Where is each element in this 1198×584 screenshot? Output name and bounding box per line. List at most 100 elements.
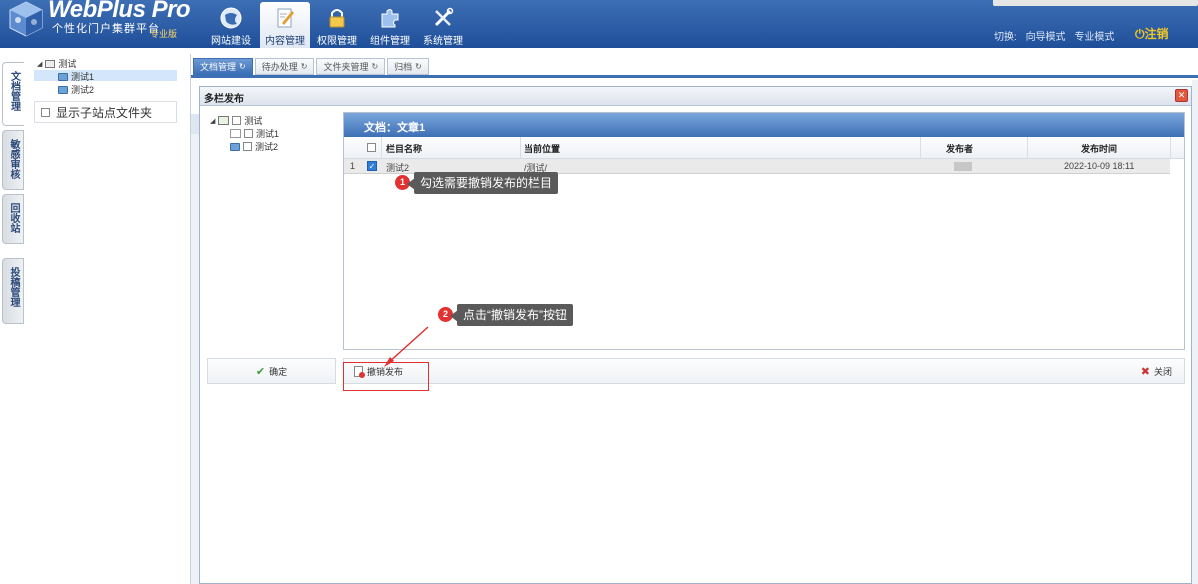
nav-system-management[interactable]: 系统管理 — [418, 2, 468, 47]
row-column-name: 测试2 — [386, 163, 410, 173]
checkbox-icon[interactable] — [243, 142, 252, 151]
close-button[interactable]: ✖ 关闭 — [1141, 365, 1172, 378]
show-subsite-folders-checkbox[interactable]: 显示子站点文件夹 — [34, 101, 177, 123]
folder-icon — [58, 85, 68, 94]
mode-switch: 切换: 向导模式 专业模式 — [994, 28, 1120, 43]
tree-label: 测试1 — [256, 129, 280, 139]
row-publisher-redacted — [954, 162, 972, 171]
tab-underline — [191, 75, 1198, 78]
vtab-document-management[interactable]: 文档管理 — [2, 62, 24, 126]
tree-label: 测试2 — [71, 85, 95, 95]
show-subsite-label: 显示子站点文件夹 — [56, 105, 153, 120]
tab-label: 文件夹管理 — [323, 62, 369, 72]
refresh-icon[interactable]: ↻ — [239, 62, 246, 71]
expand-icon[interactable]: ◢ — [210, 117, 215, 125]
dialog-tree-item[interactable]: 测试1 — [230, 127, 279, 140]
nav-label: 网站建设 — [211, 36, 251, 47]
annotation-arrow — [384, 326, 429, 367]
app-header: WebPlus Pro 个性化门户集群平台 专业版 网站建设 内容管理 权限管理… — [0, 0, 1198, 48]
header-search-field[interactable] — [993, 0, 1198, 6]
tree-label: 测试 — [58, 59, 77, 69]
refresh-icon[interactable]: ↻ — [371, 62, 378, 71]
dialog-tree-root[interactable]: ◢ 测试 — [210, 114, 262, 127]
expert-mode-link[interactable]: 专业模式 — [1074, 32, 1114, 43]
nav-content-management[interactable]: 内容管理 — [260, 2, 310, 48]
refresh-icon[interactable]: ↻ — [415, 62, 422, 71]
folder-icon — [58, 72, 68, 81]
dialog-tree: ◢ 测试 测试1 测试2 — [208, 114, 338, 164]
col-column-name[interactable]: 栏目名称 — [386, 142, 422, 155]
tree-root[interactable]: ◢ 测试 — [37, 57, 76, 70]
expand-icon[interactable]: ◢ — [37, 60, 42, 68]
background-edge — [1192, 80, 1198, 584]
multi-column-publish-dialog: 多栏发布 ✕ ◢ 测试 测试1 测试2 文档：文章1 栏目名称 当前位置 发布者… — [199, 86, 1192, 584]
nav-component-management[interactable]: 组件管理 — [365, 2, 415, 47]
power-icon: ⏻ — [1135, 27, 1145, 41]
tab-archive[interactable]: 归档 ↻ — [387, 58, 429, 75]
switch-label: 切换: — [994, 32, 1017, 43]
logout-button[interactable]: ⏻注销 — [1135, 25, 1169, 42]
col-publisher[interactable]: 发布者 — [946, 142, 973, 155]
tab-folder-management[interactable]: 文件夹管理 ↻ — [316, 58, 386, 75]
left-vertical-tabs: 文档管理 敏感审核 回收站 投稿管理 — [0, 54, 24, 584]
row-publish-time: 2022-10-09 18:11 — [1064, 161, 1135, 171]
nav-permission-management[interactable]: 权限管理 — [312, 2, 362, 47]
logo-cube-icon — [9, 1, 43, 37]
grid-header: 文档：文章1 — [344, 113, 1184, 137]
tab-label: 待办处理 — [261, 62, 298, 72]
vtab-sensitive-review[interactable]: 敏感审核 — [2, 130, 24, 190]
tree-label: 测试2 — [255, 142, 279, 152]
tools-icon — [434, 7, 454, 27]
folder-outline-icon — [230, 129, 241, 138]
nav-label: 系统管理 — [423, 36, 463, 47]
nav-label: 组件管理 — [370, 36, 410, 47]
tab-label: 归档 — [394, 62, 413, 72]
row-index: 1 — [350, 161, 356, 171]
refresh-icon[interactable]: ↻ — [301, 62, 308, 71]
select-all-checkbox[interactable] — [367, 143, 376, 152]
folder-icon — [230, 142, 240, 151]
nav-website-build[interactable]: 网站建设 — [206, 2, 256, 47]
vtab-label: 敏感审核 — [8, 139, 19, 179]
close-x-icon: ✖ — [1140, 366, 1150, 378]
checkbox-icon[interactable] — [244, 129, 253, 138]
puzzle-icon — [381, 9, 399, 28]
globe-icon — [220, 7, 242, 29]
tab-label: 文档管理 — [200, 62, 237, 72]
dialog-tree-item[interactable]: 测试2 — [230, 140, 278, 153]
row-checkbox-checked[interactable]: ✓ — [367, 161, 377, 171]
grid-column-headers: 栏目名称 当前位置 发布者 发布时间 — [344, 137, 1184, 159]
site-icon — [45, 59, 56, 68]
checkbox-icon[interactable] — [41, 107, 50, 117]
col-current-location[interactable]: 当前位置 — [524, 142, 560, 155]
checkbox-icon[interactable] — [232, 116, 242, 125]
vtab-label: 投稿管理 — [8, 267, 19, 307]
site-icon — [218, 116, 230, 125]
tab-document-management[interactable]: 文档管理 ↻ — [193, 58, 253, 75]
tree-selection-highlight — [34, 70, 177, 81]
dialog-close-icon[interactable]: ✕ — [1175, 89, 1188, 102]
tree-item[interactable]: 测试2 — [58, 83, 94, 96]
confirm-label: 确定 — [269, 366, 288, 377]
vtab-recycle-bin[interactable]: 回收站 — [2, 194, 24, 244]
logout-label: 注销 — [1144, 27, 1169, 41]
content-tabs: 文档管理 ↻ 待办处理 ↻ 文件夹管理 ↻ 归档 ↻ — [193, 58, 429, 76]
app-edition: 专业版 — [150, 29, 178, 39]
tab-todo[interactable]: 待办处理 ↻ — [254, 58, 315, 75]
vtab-label: 文档管理 — [8, 71, 20, 111]
folder-tree-panel — [24, 54, 191, 584]
vtab-submission-management[interactable]: 投稿管理 — [2, 258, 24, 324]
close-label: 关闭 — [1153, 367, 1172, 377]
callout-1: 勾选需要撤销发布的栏目 — [414, 172, 559, 194]
dialog-header: 多栏发布 ✕ — [200, 87, 1191, 106]
checkmark-icon: ✔ — [255, 365, 266, 378]
col-publish-time[interactable]: 发布时间 — [1081, 142, 1117, 155]
nav-label: 内容管理 — [265, 36, 305, 47]
tree-label: 测试 — [244, 116, 263, 126]
vtab-label: 回收站 — [8, 203, 19, 233]
dialog-title: 多栏发布 — [204, 94, 244, 105]
tree-item[interactable]: 测试1 — [58, 70, 94, 83]
nav-label: 权限管理 — [317, 36, 357, 47]
confirm-button[interactable]: ✔ 确定 — [207, 358, 336, 384]
guide-mode-link[interactable]: 向导模式 — [1026, 32, 1066, 43]
